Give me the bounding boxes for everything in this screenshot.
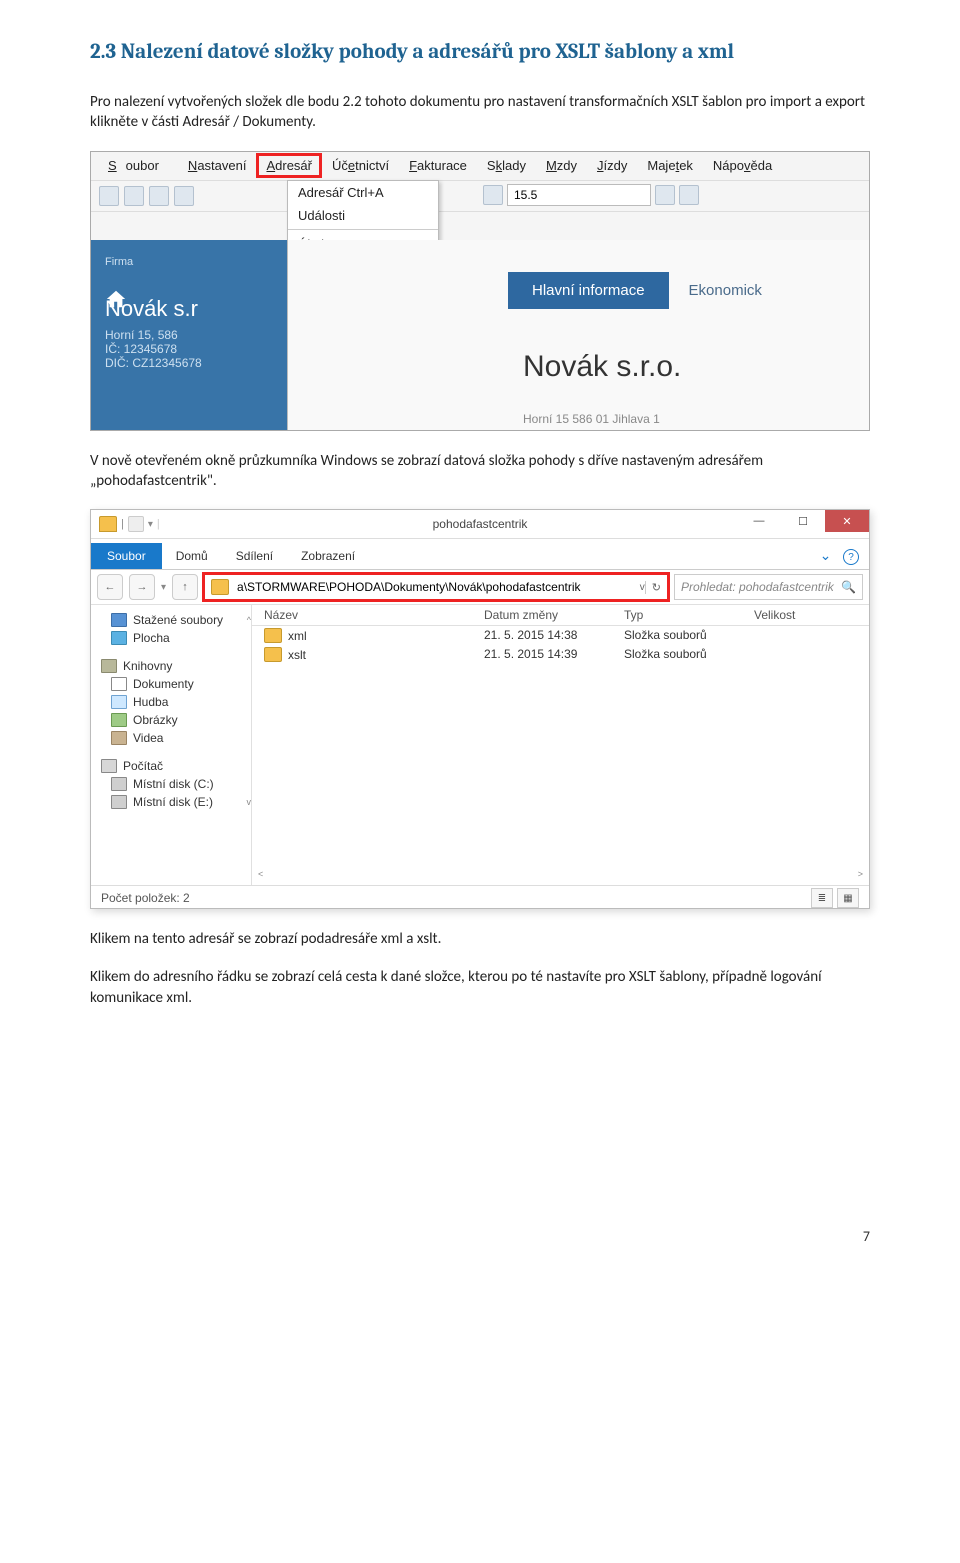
- toolbar: [91, 181, 869, 212]
- nav-item-drive-c[interactable]: Místní disk (C:): [91, 775, 251, 793]
- view-details-icon[interactable]: ≣: [811, 888, 833, 908]
- minimize-button[interactable]: —: [737, 510, 781, 532]
- menu-sklady[interactable]: Sklady: [478, 154, 535, 177]
- address-input[interactable]: [235, 579, 636, 595]
- address-row: ← → ▾ ↑ v ↻ Prohledat: pohodafastcentrik…: [91, 570, 869, 605]
- nav-item-videos[interactable]: Videa: [91, 729, 251, 747]
- scroll-left-icon[interactable]: <: [258, 869, 263, 879]
- version-box: [483, 184, 699, 206]
- quick-access-toolbar: | ▾ |: [99, 516, 160, 532]
- screenshot-file-explorer: | ▾ | pohodafastcentrik — ☐ ✕ Soubor Dom…: [90, 509, 870, 909]
- help-icon[interactable]: ?: [843, 549, 859, 565]
- nav-back-button[interactable]: ←: [97, 574, 123, 600]
- paragraph-2: V nově otevřeném okně průzkumníka Window…: [90, 451, 870, 492]
- section-heading: 2.3 Nalezení datové složky pohody a adre…: [90, 40, 870, 64]
- company-dic: DIČ: CZ12345678: [105, 356, 301, 370]
- page-icon[interactable]: [483, 185, 503, 205]
- company-panel: Firma Novák s.r Horní 15, 586 IČ: 123456…: [91, 240, 315, 430]
- folder-icon: [99, 516, 117, 532]
- search-icon: 🔍: [841, 580, 856, 594]
- view-large-icon[interactable]: ▦: [837, 888, 859, 908]
- toolbar-icon[interactable]: [99, 186, 119, 206]
- maximize-button[interactable]: ☐: [781, 510, 825, 532]
- status-text: Počet položek: 2: [101, 891, 190, 905]
- file-list: Název Datum změny Typ Velikost xml 21. 5…: [252, 605, 869, 885]
- title-bar: | ▾ | pohodafastcentrik — ☐ ✕: [91, 510, 869, 539]
- tab-ekonomicke[interactable]: Ekonomick: [669, 272, 782, 309]
- folder-icon: [264, 647, 282, 662]
- search-box[interactable]: Prohledat: pohodafastcentrik 🔍: [674, 574, 863, 600]
- company-addr: Horní 15, 586: [105, 328, 301, 342]
- dd-udalosti[interactable]: Události: [288, 204, 438, 227]
- home-icon: [105, 288, 127, 310]
- page-number: 7: [90, 1228, 870, 1245]
- toolbar-icon[interactable]: [174, 186, 194, 206]
- ribbon-tab-share[interactable]: Sdílení: [222, 543, 287, 569]
- dd-separator: [288, 229, 438, 231]
- ribbon-tab-file[interactable]: Soubor: [91, 543, 162, 569]
- menu-adresar[interactable]: Adresář: [257, 154, 321, 177]
- menu-majetek[interactable]: Majetek: [638, 154, 702, 177]
- file-row-xslt[interactable]: xslt 21. 5. 2015 14:39 Složka souborů: [252, 645, 869, 664]
- screenshot-pohoda-menu: Soubor Nastavení Adresář Účetnictví Fakt…: [90, 151, 870, 431]
- firma-label: Firma: [105, 256, 301, 268]
- version-field[interactable]: [507, 184, 651, 206]
- nav-item-pictures[interactable]: Obrázky: [91, 711, 251, 729]
- nav-item-drive-e[interactable]: Místní disk (E:)v: [91, 793, 251, 811]
- nav-item-downloads[interactable]: Stažené soubory^: [91, 611, 251, 629]
- ribbon-tab-home[interactable]: Domů: [162, 543, 222, 569]
- folder-icon: [211, 579, 229, 595]
- nav-item-music[interactable]: Hudba: [91, 693, 251, 711]
- search-placeholder: Prohledat: pohodafastcentrik: [681, 580, 834, 594]
- ribbon-tabs: Soubor Domů Sdílení Zobrazení ⌄ ?: [91, 539, 869, 570]
- scroll-right-icon[interactable]: >: [858, 869, 863, 879]
- nav-history-icon[interactable]: ▾: [161, 582, 166, 593]
- menu-jizdy[interactable]: Jízdy: [588, 154, 636, 177]
- file-row-xml[interactable]: xml 21. 5. 2015 14:38 Složka souborů: [252, 626, 869, 645]
- menu-nastaveni[interactable]: Nastavení: [179, 154, 256, 177]
- ribbon-tab-view[interactable]: Zobrazení: [287, 543, 369, 569]
- address-bar[interactable]: v ↻: [204, 574, 668, 600]
- nav-item-desktop[interactable]: Plocha: [91, 629, 251, 647]
- menu-soubor[interactable]: Soubor: [99, 154, 177, 177]
- tab-hlavni-informace[interactable]: Hlavní informace: [508, 272, 669, 309]
- column-headers: Název Datum změny Typ Velikost: [252, 605, 869, 626]
- paragraph-4: Klikem do adresního řádku se zobrazí cel…: [90, 967, 870, 1008]
- toolbar-icon[interactable]: [149, 186, 169, 206]
- nav-forward-button[interactable]: →: [129, 574, 155, 600]
- company-name: Novák s.r: [105, 296, 301, 322]
- dd-adresar[interactable]: Adresář Ctrl+A: [288, 181, 438, 204]
- refresh-icon[interactable]: ↻: [645, 581, 661, 594]
- window-controls: — ☐ ✕: [737, 510, 869, 532]
- col-type[interactable]: Typ: [624, 608, 754, 622]
- status-bar: Počet položek: 2 ≣ ▦: [91, 885, 869, 910]
- ribbon-expand-icon[interactable]: ⌄ ?: [810, 543, 869, 570]
- close-button[interactable]: ✕: [825, 510, 869, 532]
- nav-item-computer[interactable]: Počítač: [91, 757, 251, 775]
- paragraph-3: Klikem na tento adresář se zobrazí podad…: [90, 929, 870, 949]
- menu-fakturace[interactable]: Fakturace: [400, 154, 476, 177]
- toolbar-icon[interactable]: [124, 186, 144, 206]
- nav-up-button[interactable]: ↑: [172, 574, 198, 600]
- menu-mzdy[interactable]: Mzdy: [537, 154, 586, 177]
- nav-item-libraries[interactable]: Knihovny: [91, 657, 251, 675]
- qat-icon[interactable]: [128, 516, 144, 532]
- col-date[interactable]: Datum změny: [484, 608, 624, 622]
- col-size[interactable]: Velikost: [754, 608, 869, 622]
- menu-ucetnictvi[interactable]: Účetnictví: [323, 154, 398, 177]
- menubar: Soubor Nastavení Adresář Účetnictví Fakt…: [91, 152, 869, 181]
- detail-company-addr: Horní 15 586 01 Jihlava 1: [523, 412, 660, 426]
- nav-item-documents[interactable]: Dokumenty: [91, 675, 251, 693]
- navigation-pane: Stažené soubory^ Plocha Knihovny Dokumen…: [91, 605, 252, 885]
- main-area: Hlavní informace Ekonomick Novák s.r.o. …: [287, 240, 869, 430]
- menu-napoveda[interactable]: Nápověda: [704, 154, 781, 177]
- folder-icon[interactable]: [679, 185, 699, 205]
- col-name[interactable]: Název: [252, 608, 484, 622]
- paragraph-1: Pro nalezení vytvořených složek dle bodu…: [90, 92, 870, 133]
- folder-icon: [264, 628, 282, 643]
- detail-company-name: Novák s.r.o.: [523, 350, 681, 384]
- window-title: pohodafastcentrik: [433, 517, 528, 531]
- dropdown-icon[interactable]: [655, 185, 675, 205]
- company-ic: IČ: 12345678: [105, 342, 301, 356]
